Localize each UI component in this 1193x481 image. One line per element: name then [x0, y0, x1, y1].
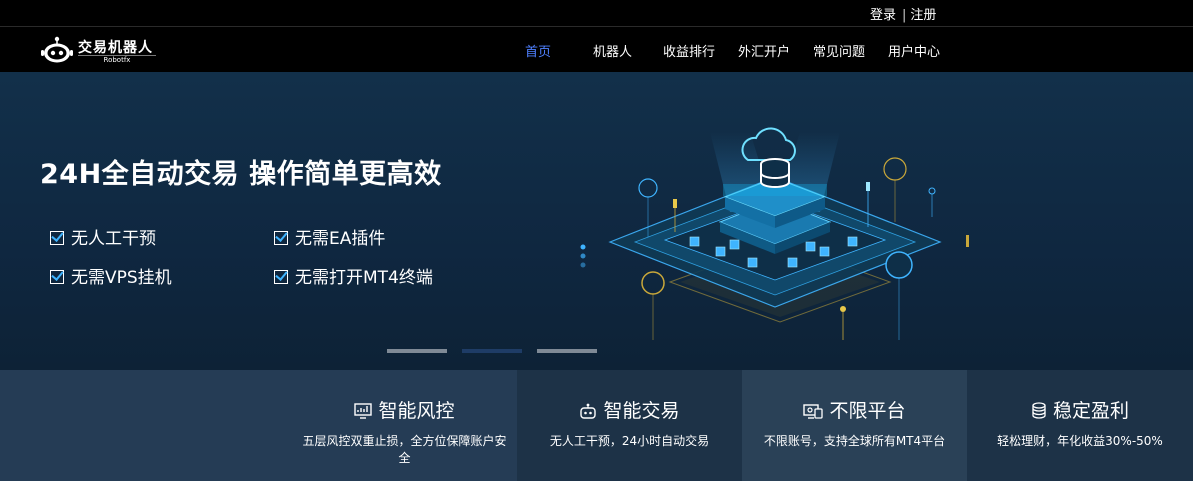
feature-desc: 五层风控双重止损，全方位保障账户安全	[302, 434, 507, 465]
top-bar: 登录 | 注册	[0, 0, 1193, 26]
checkbox-icon	[274, 231, 288, 245]
logo-brand-text: 交易机器人	[78, 40, 153, 56]
device-icon	[803, 404, 824, 419]
feature-title-text: 不限平台	[829, 400, 906, 422]
nav-forex-account[interactable]: 外汇开户	[738, 41, 790, 60]
hero-feature-item: 无人工干预	[50, 224, 156, 249]
main-navbar: 交易机器人 Robotfx 首页 机器人 收益排行 外汇开户 常见问题 用户中心	[0, 26, 1193, 72]
feature-title: 不限平台	[742, 396, 967, 423]
nav-ranking[interactable]: 收益排行	[663, 41, 715, 60]
hero-feature-item: 无需VPS挂机	[50, 263, 172, 288]
hero-feature-label: 无人工干预	[71, 229, 156, 249]
carousel-dot-active[interactable]	[462, 349, 522, 353]
carousel-dot[interactable]	[387, 349, 447, 353]
feature-title-text: 智能风控	[378, 400, 455, 422]
feature-desc: 无人工干预，24小时自动交易	[549, 434, 710, 448]
login-link[interactable]: 登录	[870, 8, 896, 23]
feature-title: 智能风控	[292, 396, 517, 423]
robot-icon	[580, 403, 597, 419]
carousel-dot[interactable]	[537, 349, 597, 353]
hero-banner: 24H全自动交易 操作简单更高效 无人工干预 无需EA插件 无需VPS挂机 无需…	[0, 72, 1193, 370]
nav-user-center[interactable]: 用户中心	[888, 41, 940, 60]
nav-home[interactable]: 首页	[525, 41, 551, 60]
hero-feature-item: 无需打开MT4终端	[274, 263, 433, 288]
checkbox-icon	[274, 270, 288, 284]
hero-title: 24H全自动交易 操作简单更高效	[40, 159, 442, 190]
feature-title-text: 稳定盈利	[1052, 400, 1129, 422]
checkbox-icon	[50, 270, 64, 284]
feature-card-risk-control: 智能风控 五层风控双重止损，全方位保障账户安全	[292, 370, 517, 481]
hero-feature-label: 无需VPS挂机	[71, 268, 172, 288]
site-logo[interactable]: 交易机器人 Robotfx	[40, 35, 160, 65]
feature-card-smart-trading: 智能交易 无人工干预，24小时自动交易	[517, 370, 742, 481]
auth-separator: |	[902, 8, 907, 23]
hero-feature-label: 无需打开MT4终端	[295, 268, 433, 288]
coins-icon	[1032, 402, 1046, 419]
logo-sub-text: Robotfx	[78, 55, 156, 64]
features-bar: 智能风控 五层风控双重止损，全方位保障账户安全 智能交易 无人工干预，24小时自…	[0, 370, 1193, 481]
nav-faq[interactable]: 常见问题	[813, 41, 865, 60]
register-link[interactable]: 注册	[910, 8, 936, 23]
feature-card-stable-profit: 稳定盈利 轻松理财，年化收益30%-50%	[967, 370, 1193, 481]
feature-card-unlimited-platform: 不限平台 不限账号，支持全球所有MT4平台	[742, 370, 967, 481]
hero-feature-label: 无需EA插件	[295, 229, 386, 249]
server-platform-illustration	[580, 127, 969, 340]
hero-feature-item: 无需EA插件	[274, 224, 385, 249]
checkbox-icon	[50, 231, 64, 245]
robot-logo-icon	[41, 36, 73, 63]
nav-robot[interactable]: 机器人	[593, 41, 632, 60]
feature-title-text: 智能交易	[603, 400, 680, 422]
auth-links: 登录 | 注册	[870, 4, 936, 23]
feature-title: 智能交易	[517, 396, 742, 423]
feature-desc: 不限账号，支持全球所有MT4平台	[763, 434, 946, 448]
feature-desc: 轻松理财，年化收益30%-50%	[997, 434, 1163, 448]
monitor-chart-icon	[354, 403, 373, 419]
feature-title: 稳定盈利	[967, 396, 1193, 423]
